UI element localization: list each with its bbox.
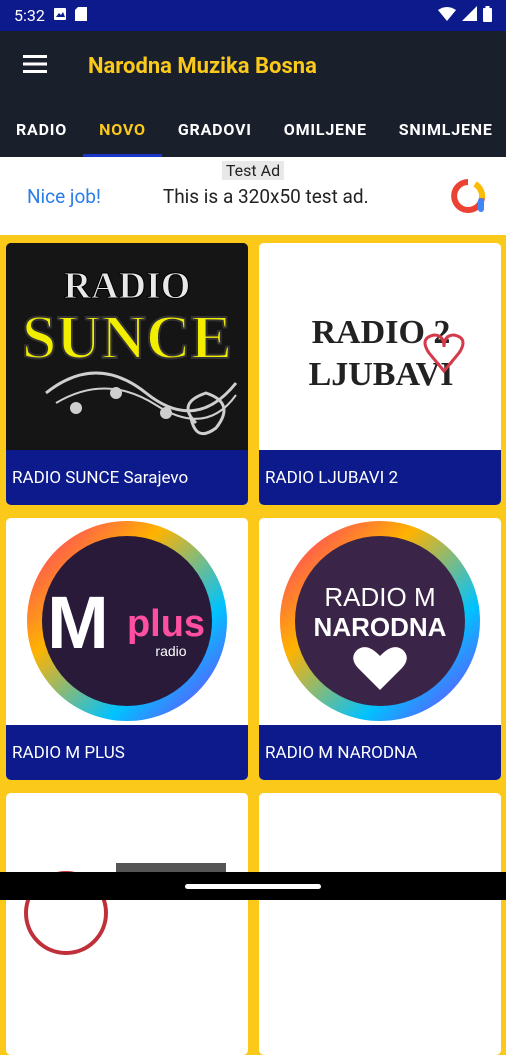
mplus-logo-plus: plus [127, 603, 205, 645]
station-logo-sunce: RADIO SUNCE [6, 243, 248, 453]
battery-icon [483, 5, 492, 26]
station-name: RADIO LJUBAVI 2 [259, 450, 501, 505]
station-card[interactable]: RADIO M NARODNA RADIO M NARODNA [259, 518, 501, 780]
station-card[interactable] [6, 793, 248, 1055]
signal-icon [462, 6, 477, 25]
station-name: RADIO M NARODNA [259, 725, 501, 780]
tab-snimljene[interactable]: SNIMLJENE [383, 101, 506, 157]
ad-banner[interactable]: Test Ad Nice job! This is a 320x50 test … [0, 157, 506, 235]
tab-omiljene[interactable]: OMILJENE [268, 101, 383, 157]
status-bar: 5:32 [0, 0, 506, 31]
ljubavi-logo-line1: RADIO 2 [312, 314, 451, 351]
mnarodna-logo-line1: RADIO M [324, 582, 435, 612]
station-logo-mplus: M plus radio [6, 518, 248, 728]
tab-novo[interactable]: NOVO [83, 101, 162, 157]
station-card[interactable] [259, 793, 501, 1055]
ad-label: Test Ad [221, 161, 285, 180]
tab-radio[interactable]: RADIO [0, 101, 83, 157]
wifi-icon [438, 6, 456, 25]
station-name: RADIO M PLUS [6, 725, 248, 780]
station-card[interactable]: RADIO SUNCE RADIO SUNCE Sarajevo [6, 243, 248, 505]
tab-gradovi[interactable]: GRADOVI [162, 101, 268, 157]
sd-card-icon [74, 6, 87, 25]
station-logo-mnarodna: RADIO M NARODNA [259, 518, 501, 728]
sunce-logo-radio: RADIO [64, 265, 191, 307]
mplus-logo-radio: radio [155, 643, 186, 659]
navigation-bar [0, 872, 506, 900]
ljubavi-logo-line2: LJUBAVI [309, 356, 454, 393]
app-bar: Narodna Muzika Bosna [0, 31, 506, 101]
status-time: 5:32 [14, 6, 45, 25]
menu-button[interactable] [0, 31, 70, 101]
ad-logo-icon [448, 176, 488, 216]
station-name: RADIO SUNCE Sarajevo [6, 450, 248, 505]
hamburger-menu-icon [23, 55, 47, 77]
station-card[interactable]: RADIO 2 LJUBAVI RADIO LJUBAVI 2 [259, 243, 501, 505]
ad-headline: Nice job! [27, 184, 101, 208]
mplus-logo-m: M [47, 581, 109, 664]
station-logo-ljubavi: RADIO 2 LJUBAVI [259, 243, 501, 453]
app-title: Narodna Muzika Bosna [88, 53, 317, 79]
ad-text: This is a 320x50 test ad. [162, 184, 369, 208]
mnarodna-logo-line2: NARODNA [314, 612, 447, 642]
home-gesture-handle[interactable] [185, 883, 321, 889]
sunce-logo-sunce: SUNCE [22, 304, 232, 372]
tab-bar: RADIO NOVO GRADOVI OMILJENE SNIMLJENE [0, 101, 506, 157]
photo-notification-icon [53, 6, 67, 25]
station-card[interactable]: M plus radio RADIO M PLUS [6, 518, 248, 780]
